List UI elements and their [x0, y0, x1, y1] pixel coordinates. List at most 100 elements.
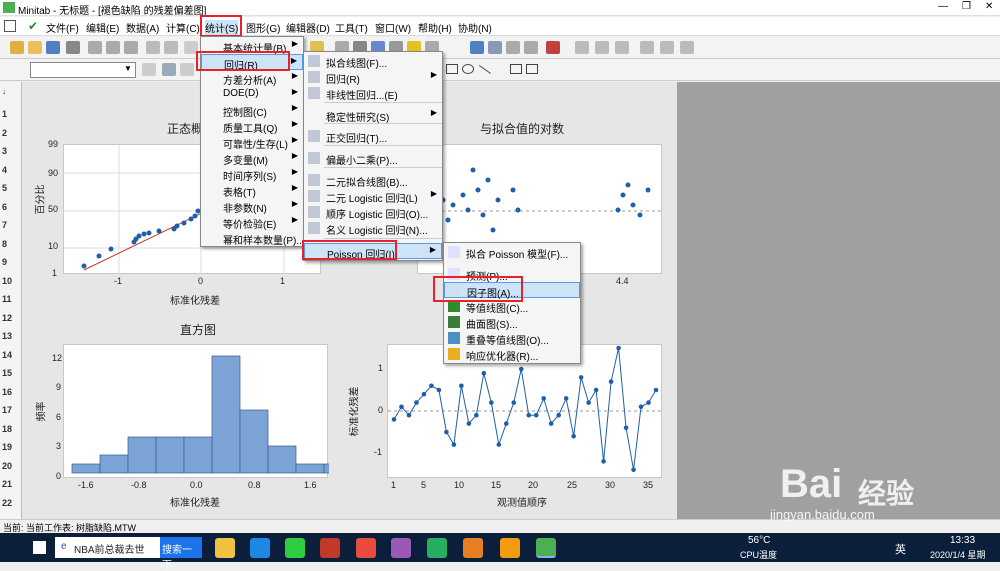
tool-icon-k[interactable]	[546, 41, 560, 54]
undo-icon[interactable]	[146, 41, 160, 54]
menu-help[interactable]: 帮助(H)	[418, 20, 452, 35]
select-icon[interactable]	[162, 63, 176, 76]
clock-time[interactable]: 13:33	[950, 535, 975, 546]
stats-menu-item[interactable]: 回归(R) ▶	[201, 54, 303, 72]
rectangle-tool-icon[interactable]	[446, 64, 458, 74]
menu-edit[interactable]: 编辑(E)	[86, 20, 119, 35]
row-number[interactable]: 11	[2, 294, 12, 304]
row-number[interactable]: 6	[2, 202, 7, 212]
line-tool-icon[interactable]	[478, 65, 492, 74]
poisson-menu-item[interactable]: 曲面图(S)...	[444, 314, 580, 331]
file-explorer-icon[interactable]	[215, 538, 235, 558]
toolbar-icon[interactable]	[184, 41, 198, 54]
minimize-button[interactable]: —	[938, 1, 948, 12]
row-number[interactable]: 16	[2, 387, 12, 397]
new-icon[interactable]	[10, 41, 24, 54]
close-button[interactable]: ✕	[985, 1, 993, 12]
paste-icon[interactable]	[124, 41, 138, 54]
row-number[interactable]: 10	[2, 276, 12, 286]
regression-menu-item[interactable]: 二元 Logistic 回归(L) ▶	[304, 188, 442, 205]
stats-menu-item[interactable]: 多变量(M) ▶	[201, 150, 303, 167]
redo-icon[interactable]	[164, 41, 178, 54]
ellipse-tool-icon[interactable]	[462, 64, 474, 74]
row-number[interactable]: 1	[2, 109, 7, 119]
tool-icon-p[interactable]	[660, 41, 674, 54]
row-number[interactable]: 14	[2, 350, 12, 360]
row-number[interactable]: 22	[2, 498, 12, 508]
poisson-menu-item[interactable]: 等值线图(C)...	[444, 298, 580, 315]
open-icon[interactable]	[28, 41, 42, 54]
print-icon[interactable]	[66, 41, 80, 54]
row-number[interactable]: 12	[2, 313, 12, 323]
search-button[interactable]: 搜索一下	[160, 537, 202, 571]
regression-menu-item[interactable]: 偏最小二乘(P)...	[304, 150, 442, 167]
tool-icon-h[interactable]	[488, 41, 502, 54]
row-number[interactable]: 4	[2, 165, 7, 175]
row-number[interactable]: 15	[2, 368, 12, 378]
menu-tools[interactable]: 工具(T)	[335, 20, 368, 35]
stats-menu-item[interactable]: 基本统计量(B) ▶	[201, 38, 303, 55]
stats-menu-item[interactable]: DOE(D) ▶	[201, 86, 303, 102]
windows-start-icon[interactable]	[33, 541, 46, 554]
regression-menu-item[interactable]: 正交回归(T)...	[304, 128, 442, 145]
row-number[interactable]: 19	[2, 442, 12, 452]
polygon-tool-icon[interactable]	[526, 64, 538, 74]
tool-icon-q[interactable]	[680, 41, 694, 54]
menu-stat[interactable]: 统计(S)	[205, 20, 239, 35]
poisson-menu-item[interactable]: 拟合 Poisson 模型(F)...	[444, 244, 580, 261]
regression-menu-item[interactable]: 回归(R) ▶	[304, 69, 442, 86]
menu-calc[interactable]: 计算(C)	[166, 20, 200, 35]
row-number[interactable]: 18	[2, 424, 12, 434]
row-number[interactable]: 13	[2, 331, 12, 341]
stats-menu-item[interactable]: 表格(T) ▶	[201, 182, 303, 199]
poisson-menu-item[interactable]: 重叠等值线图(O)...	[444, 330, 580, 347]
stats-menu-item[interactable]: 方差分析(A) ▶	[201, 70, 303, 87]
regression-menu-item[interactable]: 拟合线图(F)...	[304, 53, 442, 70]
poisson-menu-item[interactable]: 预测(P)...	[444, 266, 580, 283]
clock-date[interactable]: 2020/1/4 星期	[930, 548, 986, 561]
cut-icon[interactable]	[88, 41, 102, 54]
stats-menu-item[interactable]: 控制图(C) ▶	[201, 102, 303, 119]
polyline-tool-icon[interactable]	[510, 64, 522, 74]
ie-icon[interactable]	[250, 538, 270, 558]
regression-menu-item[interactable]: 稳定性研究(S) ▶	[304, 107, 442, 124]
ime-indicator[interactable]: 英	[895, 541, 906, 557]
stats-menu-item[interactable]: 质量工具(Q) ▶	[201, 118, 303, 135]
row-number[interactable]: 9	[2, 257, 7, 267]
row-number[interactable]: 21	[2, 479, 12, 489]
menu-graph[interactable]: 图形(G)	[246, 20, 280, 35]
menu-file[interactable]: 文件(F)	[46, 20, 79, 35]
app-icon-f[interactable]	[500, 538, 520, 558]
tool-icon-i[interactable]	[506, 41, 520, 54]
poisson-menu-item[interactable]: 因子图(A)...	[444, 282, 580, 300]
crosshair-icon[interactable]	[180, 63, 194, 76]
row-number[interactable]: 2	[2, 128, 7, 138]
app-icon-d[interactable]	[427, 538, 447, 558]
tool-icon-j[interactable]	[524, 41, 538, 54]
search-input-text[interactable]: NBA前总裁去世	[74, 541, 145, 556]
row-number[interactable]: 5	[2, 183, 7, 193]
menu-assist[interactable]: 协助(N)	[458, 20, 492, 35]
menu-window[interactable]: 窗口(W)	[375, 20, 411, 35]
row-number[interactable]: 20	[2, 461, 12, 471]
menu-data[interactable]: 数据(A)	[126, 20, 159, 35]
regression-menu-item[interactable]: Poisson 回归(I) ▶	[304, 243, 442, 261]
brush-icon[interactable]	[142, 63, 156, 76]
window-menu-icon[interactable]	[4, 20, 16, 32]
copy-icon[interactable]	[106, 41, 120, 54]
regression-menu-item[interactable]: 二元拟合线图(B)...	[304, 172, 442, 189]
row-number[interactable]: 3	[2, 146, 7, 156]
wechat-icon[interactable]	[285, 538, 305, 558]
regression-menu-item[interactable]: 顺序 Logistic 回归(O)...	[304, 204, 442, 221]
stats-menu-item[interactable]: 等价检验(E) ▶	[201, 214, 303, 231]
app-icon-e[interactable]	[463, 538, 483, 558]
row-number[interactable]: 7	[2, 220, 7, 230]
stats-menu-item[interactable]: 非参数(N) ▶	[201, 198, 303, 215]
app-icon-c[interactable]	[391, 538, 411, 558]
save-icon[interactable]	[46, 41, 60, 54]
tool-icon-m[interactable]	[595, 41, 609, 54]
stats-menu-item[interactable]: 可靠性/生存(L) ▶	[201, 134, 303, 151]
regression-menu-item[interactable]: 名义 Logistic 回归(N)...	[304, 220, 442, 237]
app-icon-b[interactable]	[356, 538, 376, 558]
menu-editor[interactable]: 编辑器(D)	[286, 20, 330, 35]
